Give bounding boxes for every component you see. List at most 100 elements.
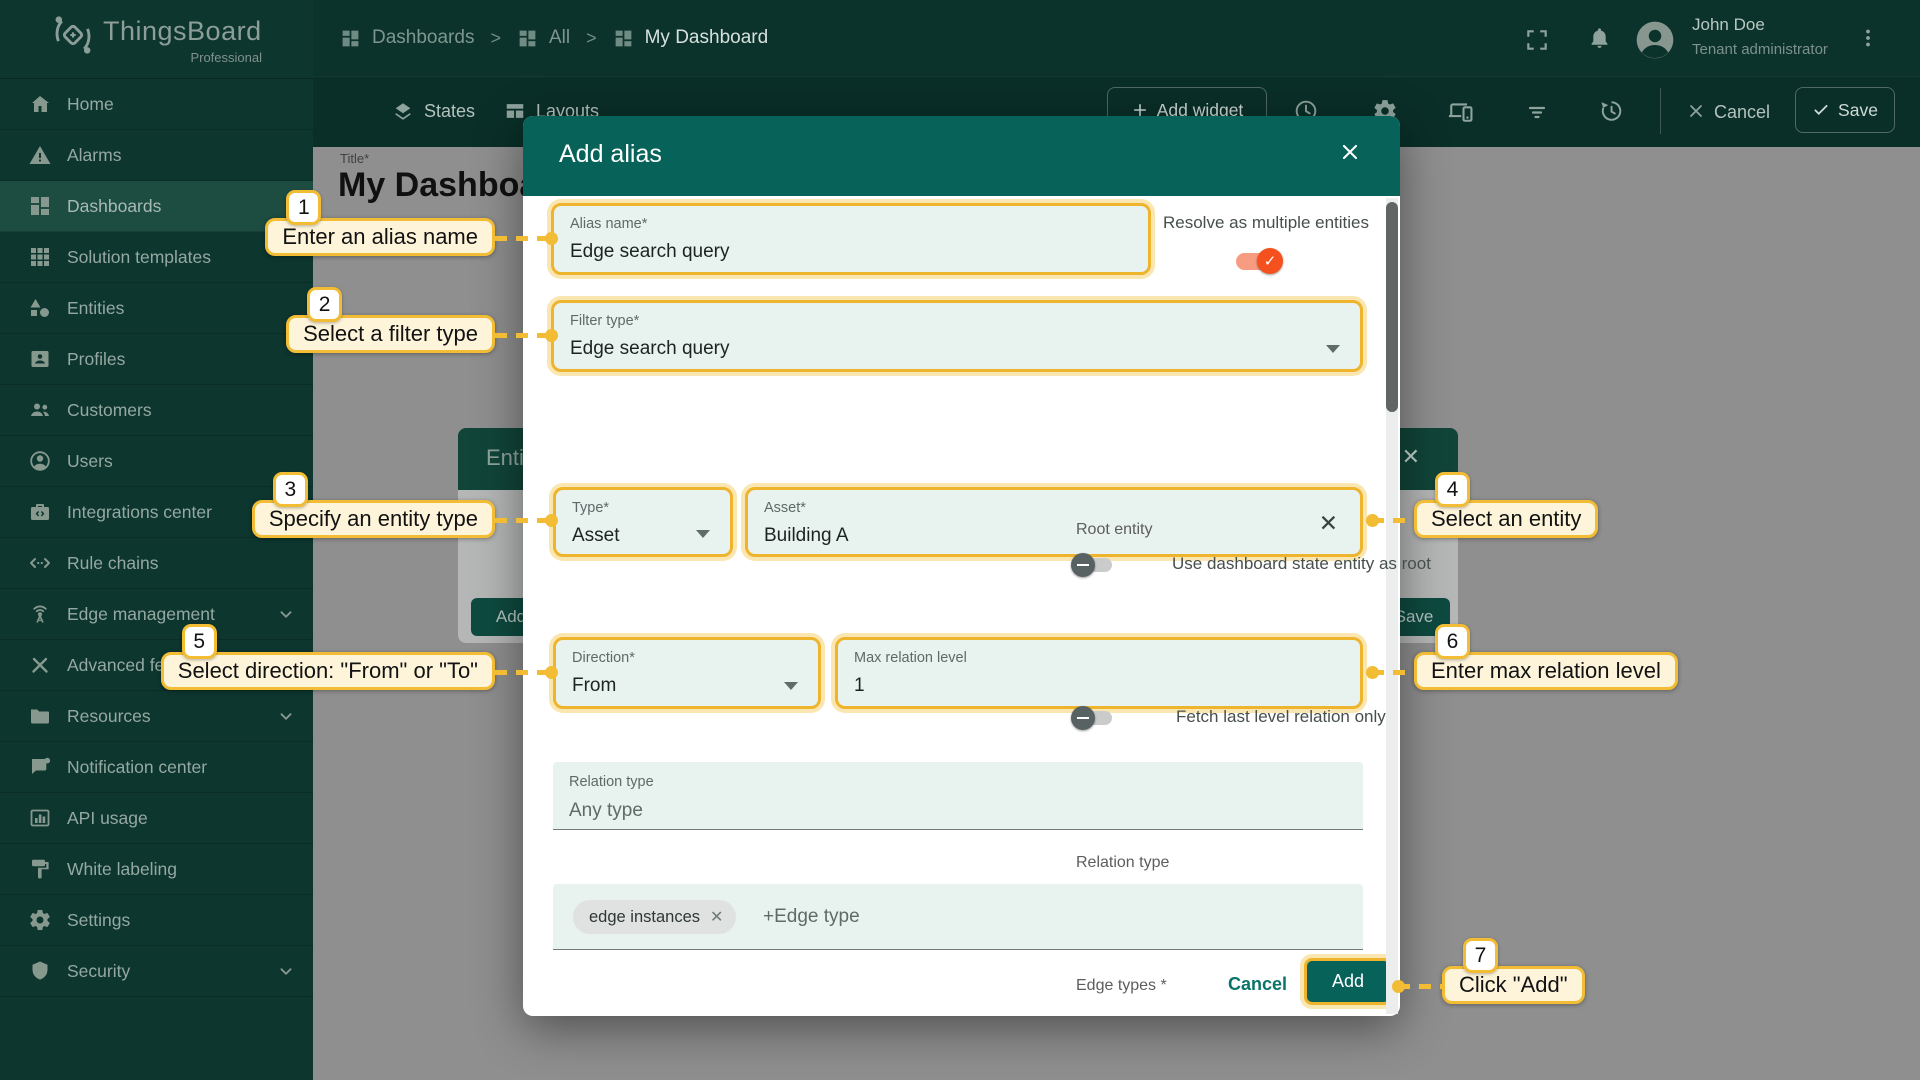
thingsboard-logo-icon xyxy=(50,12,96,58)
sidebar-item-label: Security xyxy=(67,960,131,981)
states-icon xyxy=(392,100,414,122)
layouts-icon xyxy=(504,100,526,122)
resolve-multiple-toggle[interactable]: ✓ xyxy=(1236,248,1283,274)
sidebar-item-label: Customers xyxy=(67,399,152,420)
sidebar-item-label: Edge management xyxy=(67,603,215,624)
entity-type-select[interactable]: Type* Asset xyxy=(553,487,733,557)
integrations-icon xyxy=(28,500,52,524)
sidebar-item-customers[interactable]: Customers xyxy=(0,385,313,436)
sidebar-item-advanced-features[interactable]: Advanced features xyxy=(0,640,313,691)
relation-type-value: Any type xyxy=(569,800,643,821)
relation-type-field[interactable]: Relation type Any type xyxy=(553,762,1363,830)
sidebar-item-settings[interactable]: Settings xyxy=(0,895,313,946)
user-name: John Doe xyxy=(1692,15,1765,34)
sidebar-item-notification-center[interactable]: Notification center xyxy=(0,742,313,793)
modal-scrollbar-thumb[interactable] xyxy=(1386,202,1398,412)
sidebar-item-label: White labeling xyxy=(67,858,177,879)
toolbar-save-button[interactable]: Save xyxy=(1795,87,1895,133)
sidebar-item-resources[interactable]: Resources xyxy=(0,691,313,742)
brand-name: ThingsBoard xyxy=(103,16,262,46)
alias-name-label: Alias name* xyxy=(570,216,648,232)
filter-icon[interactable] xyxy=(1525,100,1549,124)
notification-icon xyxy=(28,755,52,779)
breadcrumb-separator: > xyxy=(490,27,501,48)
notifications-bell-icon[interactable] xyxy=(1586,25,1613,52)
chevron-down-icon xyxy=(696,530,710,538)
fetch-last-level-label: Fetch last level relation only xyxy=(1176,707,1386,726)
kebab-menu-icon[interactable] xyxy=(1856,26,1880,50)
sidebar-item-profiles[interactable]: Profiles xyxy=(0,334,313,385)
folder-icon xyxy=(28,704,52,728)
fetch-last-level-toggle[interactable] xyxy=(1071,706,1112,730)
sidebar-item-entities[interactable]: Entities xyxy=(0,283,313,334)
alias-name-value: Edge search query xyxy=(570,241,730,262)
edge-types-section-label: Edge types * xyxy=(1076,977,1167,994)
sidebar-item-white-labeling[interactable]: White labeling xyxy=(0,844,313,895)
grid9-icon xyxy=(28,245,52,269)
dashboard-grid-icon xyxy=(613,28,634,49)
user-role: Tenant administrator xyxy=(1692,41,1828,58)
asset-field[interactable]: Asset* Building A ✕ xyxy=(745,487,1363,557)
max-relation-level-field[interactable]: Max relation level 1 xyxy=(835,637,1363,709)
thingsboard-app: Title* My Dashboard Enti ✕ Add Save Dash… xyxy=(0,0,1920,1080)
whitelabel-icon xyxy=(28,857,52,881)
use-dashboard-state-toggle[interactable] xyxy=(1071,553,1112,577)
asset-value: Building A xyxy=(764,525,849,546)
sidebar-item-label: Resources xyxy=(67,705,151,726)
sidebar-item-rule-chains[interactable]: Rule chains xyxy=(0,538,313,589)
relation-type-section-label: Relation type xyxy=(1076,854,1170,871)
edge-type-chip-label: edge instances xyxy=(589,907,700,926)
chevron-down-icon xyxy=(275,705,297,727)
breadcrumb-item-my-dashboard[interactable]: My Dashboard xyxy=(613,27,768,49)
device-layouts-icon[interactable] xyxy=(1446,98,1474,126)
use-dashboard-state-label: Use dashboard state entity as root xyxy=(1172,554,1431,573)
add-alias-modal: Add alias Alias name* Edge search query … xyxy=(523,116,1431,1016)
cancel-x-icon xyxy=(1686,101,1706,121)
profiles-icon xyxy=(28,347,52,371)
sidebar-item-users[interactable]: Users xyxy=(0,436,313,487)
modal-add-button[interactable]: Add xyxy=(1304,958,1392,1005)
states-button[interactable]: States xyxy=(424,101,475,122)
sidebar-item-dashboards[interactable]: Dashboards xyxy=(0,181,313,232)
breadcrumb-item-dashboards[interactable]: Dashboards xyxy=(340,27,474,49)
filter-type-select[interactable]: Filter type* Edge search query xyxy=(551,300,1363,372)
alias-name-field[interactable]: Alias name* Edge search query xyxy=(551,203,1151,275)
sidebar-item-api-usage[interactable]: API usage xyxy=(0,793,313,844)
direction-select[interactable]: Direction* From xyxy=(553,637,821,709)
edge-type-placeholder: +Edge type xyxy=(763,906,860,927)
clear-icon[interactable]: ✕ xyxy=(1319,510,1338,537)
direction-label: Direction* xyxy=(572,650,635,666)
avatar[interactable] xyxy=(1633,18,1677,62)
modal-header: Add alias xyxy=(523,116,1400,196)
remove-chip-icon[interactable]: ✕ xyxy=(710,907,723,927)
home-icon xyxy=(28,92,52,116)
sidebar-item-edge-management[interactable]: Edge management xyxy=(0,589,313,640)
max-relation-level-value: 1 xyxy=(854,675,865,696)
sidebar-item-integrations-center[interactable]: Integrations center xyxy=(0,487,313,538)
dashboard-grid-icon xyxy=(517,28,538,49)
sidebar-item-label: Users xyxy=(67,450,113,471)
sidebar-item-security[interactable]: Security xyxy=(0,946,313,997)
chevron-down-icon xyxy=(275,603,297,625)
sidebar-item-home[interactable]: Home xyxy=(0,79,313,130)
toolbar-cancel-button[interactable]: Cancel xyxy=(1714,102,1770,123)
root-entity-section-label: Root entity xyxy=(1076,521,1153,538)
apiusage-icon xyxy=(28,806,52,830)
edge-types-field[interactable]: edge instances ✕ +Edge type xyxy=(553,884,1363,950)
version-history-icon[interactable] xyxy=(1598,98,1624,124)
modal-cancel-button[interactable]: Cancel xyxy=(1228,974,1287,995)
fullscreen-icon[interactable] xyxy=(1524,27,1550,53)
entity-type-label: Type* xyxy=(572,500,610,516)
asset-label: Asset* xyxy=(764,500,806,516)
sidebar-item-solution-templates[interactable]: Solution templates xyxy=(0,232,313,283)
sidebar-item-label: Settings xyxy=(67,909,131,930)
toolbar-divider xyxy=(1660,88,1661,134)
settings-icon xyxy=(28,908,52,932)
sidebar-item-alarms[interactable]: Alarms xyxy=(0,130,313,181)
close-icon[interactable] xyxy=(1338,140,1362,164)
sidebar-item-label: Profiles xyxy=(67,348,126,369)
close-icon[interactable]: ✕ xyxy=(1402,444,1420,470)
breadcrumb-item-all[interactable]: All xyxy=(517,27,570,49)
chevron-down-icon xyxy=(1326,345,1340,353)
edge-type-chip[interactable]: edge instances ✕ xyxy=(573,900,737,934)
